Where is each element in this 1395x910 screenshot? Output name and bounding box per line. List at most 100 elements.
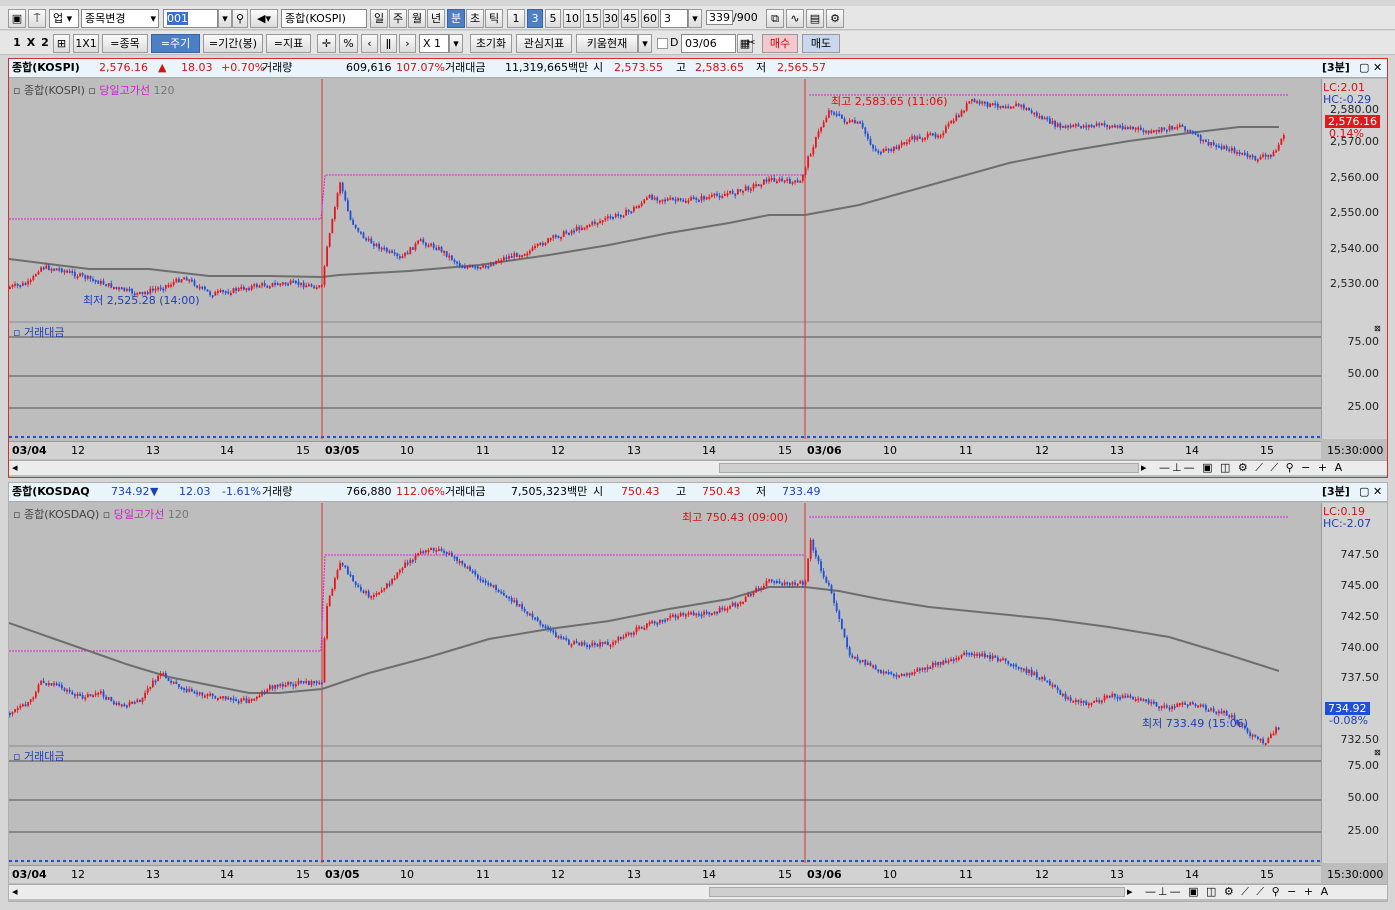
crosshair-icon[interactable]: ✛ (317, 34, 336, 53)
sub-y-tick: 25.00 (1347, 824, 1380, 837)
interval-1[interactable]: 3 (527, 9, 543, 28)
interval-0[interactable]: 1 (507, 9, 525, 28)
interval-4[interactable]: 15 (583, 9, 601, 28)
buy-button[interactable]: 매수 (762, 34, 798, 53)
x-tick: 14 (1185, 868, 1199, 881)
x-tick: 12 (71, 868, 85, 881)
interval-value[interactable]: 3 (660, 9, 688, 28)
period-6[interactable]: 틱 (485, 9, 503, 28)
x-tick: 10 (883, 444, 897, 457)
close-icon[interactable]: ✕ (1373, 483, 1382, 501)
save-icon[interactable]: ▤ (806, 9, 824, 28)
reset-button[interactable]: 초기화 (470, 34, 512, 53)
scroll-thumb[interactable] (719, 463, 1139, 473)
pause-icon[interactable]: ǁ (380, 34, 397, 53)
window-icon[interactable]: ▣ (8, 9, 26, 28)
kosdaq-chart-panel[interactable]: 종합(KOSDAQ 734.92 ▼ 12.03 -1.61% 거래량 766,… (8, 482, 1388, 902)
layout-1[interactable]: 1 (10, 34, 24, 53)
watch-indicator-button[interactable]: 관심지표 (516, 34, 572, 53)
layout-2[interactable]: 2 (38, 34, 52, 53)
zoom-dropdown-icon[interactable]: ▾ (449, 34, 463, 53)
draw-icon[interactable]: ∿ (786, 9, 804, 28)
sound-icon[interactable]: ◀▾ (250, 9, 278, 28)
x-tick: 12 (71, 444, 85, 457)
period-3[interactable]: 년 (427, 9, 445, 28)
code-input[interactable]: 001 (163, 9, 218, 28)
date-input[interactable]: 03/06 (681, 34, 736, 53)
sub-toolbar: 1 X 2 ⊞ 1X1 =종목 =주기 =기간(봉) =지표 ✛ % ‹ ǁ ›… (0, 31, 1395, 55)
amt-label: 거래대금 (445, 485, 486, 498)
symbol-name-field[interactable]: 종합(KOSPI) (281, 9, 367, 28)
next-icon[interactable]: › (399, 34, 416, 53)
interval-dropdown-icon[interactable]: ▾ (688, 9, 702, 28)
interval-7[interactable]: 60 (641, 9, 659, 28)
hc-label: HC:-2.07 (1323, 517, 1372, 530)
x-tick: 10 (400, 444, 414, 457)
layout-x: X (26, 36, 36, 49)
period-5[interactable]: 초 (466, 9, 484, 28)
y-tick: 732.50 (1340, 733, 1380, 746)
indicator-sync-button[interactable]: =지표 (266, 34, 311, 53)
scissors-icon[interactable]: ✂ (742, 34, 760, 53)
x-tick: 15 (778, 868, 792, 881)
change: 12.03 (179, 485, 211, 498)
candle-icon[interactable]: ⧉ (766, 9, 784, 28)
symbol-name: 종합(KOSPI) (12, 61, 80, 74)
interval-2[interactable]: 5 (545, 9, 561, 28)
close-icon[interactable]: ✕ (1373, 59, 1382, 77)
x-tick: 15 (296, 868, 310, 881)
period-0[interactable]: 일 (370, 9, 388, 28)
period-1[interactable]: 주 (389, 9, 407, 28)
x-tick: 03/06 (807, 444, 842, 457)
period-sync-button[interactable]: =주기 (151, 34, 200, 53)
kosdaq-y-axis: 747.50 745.00 742.50 740.00 737.50 732.50 75.0… (1321, 503, 1387, 863)
x-tick: 03/06 (807, 868, 842, 881)
interval-5[interactable]: 30 (603, 9, 619, 28)
x-tick: 13 (1110, 868, 1124, 881)
kosdaq-scrollbar[interactable]: ◂ ▸ —⊥— ▣ ◫ ⚙ ⟋ ⟋ ⚲ − + A (9, 884, 1387, 899)
grid-icon[interactable]: ⊞ (53, 34, 70, 53)
y-tick: 2,560.00 (1330, 171, 1379, 184)
interval-6[interactable]: 45 (621, 9, 639, 28)
change-symbol-select[interactable]: 종목변경 ▾ (81, 9, 159, 28)
period-2[interactable]: 월 (408, 9, 426, 28)
scroll-thumb[interactable] (709, 887, 1125, 897)
percent-button[interactable]: % (339, 34, 358, 53)
sub-close-icon[interactable]: ⊠ (1374, 748, 1381, 757)
interval-3[interactable]: 10 (563, 9, 581, 28)
y-tick: 737.50 (1340, 671, 1380, 684)
kosdaq-price-area[interactable]: 최고 750.43 (09:00) 최저 733.49 (15:06) (9, 503, 1321, 863)
kospi-x-axis: 03/04 12 13 14 15 03/05 10 11 12 13 14 15 03/06 10 11 1… (9, 441, 1321, 459)
gear-icon[interactable]: ⚙ (826, 9, 844, 28)
kospi-price-area[interactable]: 최고 2,583.65 (11:06) 최저 2,525.28 (14:00) (9, 79, 1321, 439)
sub-close-icon[interactable]: ⊠ (1374, 324, 1381, 333)
sell-button[interactable]: 매도 (802, 34, 840, 53)
legend-main: ▫ 종합(KOSDAQ) ▫ 당일고가선 120 (13, 508, 189, 521)
x-tick: 10 (883, 868, 897, 881)
d-checkbox[interactable] (657, 38, 668, 49)
range-sync-button[interactable]: =기간(봉) (203, 34, 263, 53)
market-select[interactable]: 업 ▾ (49, 9, 79, 28)
symbol-sync-button[interactable]: =종목 (102, 34, 148, 53)
code-dropdown-icon[interactable]: ▾ (218, 9, 232, 28)
price: 2,576.16 (99, 61, 148, 74)
high: 750.43 (702, 485, 741, 498)
layout-1x1-button[interactable]: 1X1 (73, 34, 99, 53)
restore-icon[interactable]: ▢ (1359, 483, 1369, 501)
period-4[interactable]: 분 (447, 9, 465, 28)
kiwoom-dropdown-icon[interactable]: ▾ (638, 34, 652, 53)
pin-icon[interactable]: ⍑ (28, 9, 46, 28)
arrow-down-icon: ▼ (150, 485, 159, 498)
vol-pct: 107.07% (396, 61, 445, 74)
svg-text:최저 733.49 (15:06): 최저 733.49 (15:06) (1142, 717, 1248, 730)
kospi-chart-panel[interactable]: 종합(KOSPI) 2,576.16 ▲ 18.03 +0.70% 거래량 60… (8, 58, 1388, 478)
zoom-select[interactable]: X 1 (419, 34, 449, 53)
restore-icon[interactable]: ▢ (1359, 59, 1369, 77)
search-icon[interactable]: ⚲ (232, 9, 248, 28)
high-label: 고 (676, 485, 687, 498)
kospi-scrollbar[interactable]: ◂ ▸ —⊥— ▣ ◫ ⚙ ⟋ ⟋ ⚲ − + A (9, 460, 1387, 475)
vol: 766,880 (346, 485, 392, 498)
prev-icon[interactable]: ‹ (361, 34, 378, 53)
kiwoom-current-button[interactable]: 키움현재 (576, 34, 638, 53)
x-tick: 15 (1260, 444, 1274, 457)
